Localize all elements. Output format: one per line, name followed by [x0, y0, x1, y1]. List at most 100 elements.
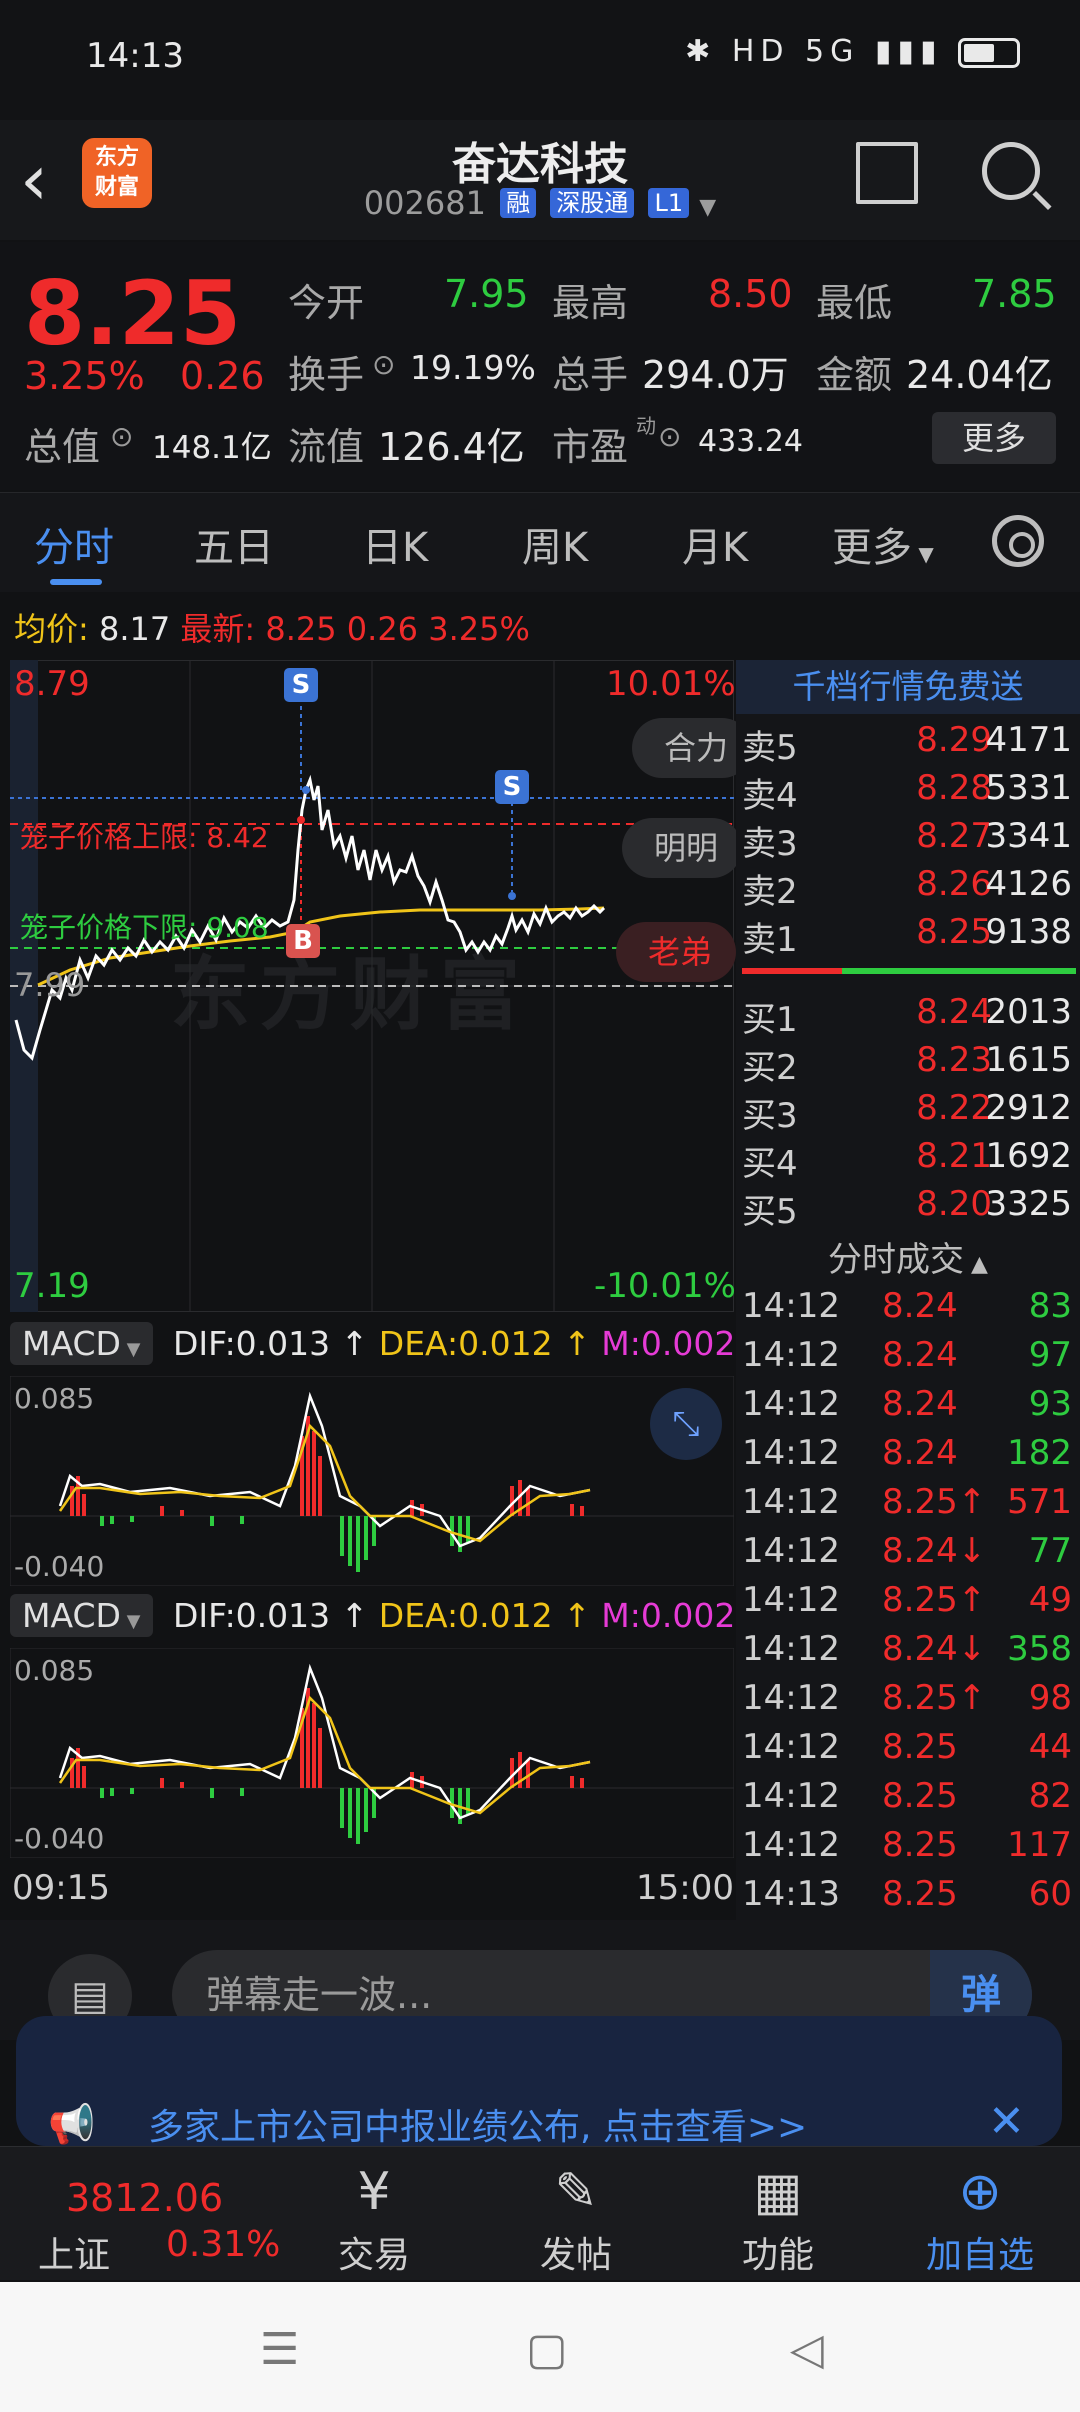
- macd-dif: DIF:0.013: [173, 1324, 331, 1363]
- macd-header: MACD ▼ DIF:0.013 ↑ DEA:0.012 ↑ M:0.002 ↑: [10, 1322, 774, 1365]
- macd-chart-svg: [10, 1648, 734, 1858]
- macd-indicator-select[interactable]: MACD ▼: [10, 1322, 153, 1365]
- info-icon[interactable]: ⊙: [372, 348, 395, 381]
- ticks-title[interactable]: 分时成交 ▲: [736, 1232, 1080, 1281]
- tick-time: 14:12: [742, 1531, 840, 1571]
- tab-weekly-k[interactable]: 周K: [522, 515, 588, 573]
- share-icon[interactable]: [856, 142, 918, 204]
- tick-time: 14:13: [742, 1874, 840, 1914]
- menu-icon[interactable]: ☰: [260, 2324, 299, 2375]
- buy-level-row[interactable]: 买5 8.20 3325: [742, 1184, 1076, 1232]
- low-value: 7.85: [972, 272, 1057, 316]
- pill-heli[interactable]: 合力: [632, 718, 752, 778]
- search-icon[interactable]: [982, 142, 1040, 200]
- macd-y-bottom: -0.040: [14, 1550, 105, 1583]
- macd-y-top: 0.085: [14, 1382, 95, 1415]
- latest-label: 最新:: [180, 610, 256, 648]
- buy-level-row[interactable]: 买1 8.24 2013: [742, 992, 1076, 1040]
- tick-time: 14:12: [742, 1482, 840, 1522]
- tab-five-day[interactable]: 五日: [194, 515, 274, 573]
- back-triangle-icon[interactable]: ◁: [790, 2324, 824, 2375]
- close-icon[interactable]: ✕: [988, 2096, 1025, 2147]
- buy-level-row[interactable]: 买2 8.23 1615: [742, 1040, 1076, 1088]
- edit-icon: ✎: [554, 2162, 598, 2222]
- tab-underline: [50, 579, 102, 585]
- nav-post-label: 发帖: [539, 2235, 612, 2276]
- index-name[interactable]: 上证: [38, 2226, 110, 2278]
- level-price: 8.29: [916, 720, 992, 760]
- nav-functions[interactable]: ▦ 功能: [708, 2158, 848, 2278]
- level-volume: 3341: [985, 816, 1072, 856]
- tick-row: 14:12 8.24 182: [742, 1433, 1076, 1481]
- sell-level-row[interactable]: 卖3 8.27 3341: [742, 816, 1076, 864]
- level-label: 买5: [742, 1192, 798, 1232]
- more-button[interactable]: 更多: [932, 412, 1056, 464]
- tab-more[interactable]: 更多 ▼: [832, 515, 934, 573]
- info-icon[interactable]: ⊙: [658, 420, 681, 453]
- index-value[interactable]: 3812.06: [66, 2176, 223, 2220]
- sell-level-row[interactable]: 卖2 8.26 4126: [742, 864, 1076, 912]
- level-promo-banner[interactable]: 千档行情免费送: [736, 660, 1080, 714]
- sell-level-row[interactable]: 卖4 8.28 5331: [742, 768, 1076, 816]
- tab-monthly-k[interactable]: 月K: [682, 515, 748, 573]
- tick-row: 14:12 8.25 117: [742, 1825, 1076, 1873]
- float-cap-label: 流值: [288, 425, 365, 469]
- buy-level-row[interactable]: 买4 8.21 1692: [742, 1136, 1076, 1184]
- macd-dif: DIF:0.013: [173, 1596, 331, 1635]
- buy-level-row[interactable]: 买3 8.22 2912: [742, 1088, 1076, 1136]
- tick-row: 14:12 8.24 83: [742, 1286, 1076, 1334]
- macd-name: MACD: [22, 1596, 121, 1635]
- notice-text[interactable]: 多家上市公司中报业绩公布, 点击查看>>: [148, 2098, 807, 2150]
- level-price: 8.27: [916, 816, 992, 856]
- level-volume: 9138: [985, 912, 1072, 952]
- index-pct[interactable]: 0.31%: [166, 2224, 280, 2265]
- sell-marker[interactable]: S: [284, 668, 318, 702]
- y-axis-top-pct: 10.01%: [606, 664, 736, 704]
- macd-chart-svg: [10, 1376, 734, 1586]
- tick-price: 8.24: [882, 1286, 958, 1326]
- macd-y-top: 0.085: [14, 1654, 95, 1687]
- pill-mingming[interactable]: 明明: [622, 818, 742, 878]
- buy-marker[interactable]: B: [286, 924, 320, 958]
- tag-margin: 融: [500, 188, 537, 218]
- market-cap-label: 总值: [24, 425, 101, 469]
- pe-dynamic-mark: 动: [636, 414, 656, 438]
- tag-level[interactable]: L1: [648, 188, 690, 218]
- sell-level-row[interactable]: 卖5 8.29 4171: [742, 720, 1076, 768]
- info-icon[interactable]: ⊙: [110, 420, 133, 453]
- nav-post[interactable]: ✎ 发帖: [506, 2158, 646, 2278]
- plus-circle-icon: ⊕: [958, 2162, 1002, 2222]
- tab-intraday[interactable]: 分时: [34, 515, 114, 573]
- tick-price: 8.25↑: [882, 1678, 987, 1718]
- level-price: 8.28: [916, 768, 992, 808]
- tick-row: 14:12 8.24↓ 358: [742, 1629, 1076, 1677]
- signal-icon: ▮▮▮: [874, 34, 943, 69]
- stock-name: 奋达科技: [452, 139, 628, 190]
- sell-marker[interactable]: S: [495, 770, 529, 804]
- intraday-chart-svg: [10, 660, 734, 1312]
- macd-indicator-select[interactable]: MACD ▼: [10, 1594, 153, 1637]
- battery-icon: [958, 37, 1020, 68]
- stock-code: 002681: [363, 184, 486, 222]
- gear-icon[interactable]: [992, 515, 1044, 567]
- tab-daily-k[interactable]: 日K: [362, 515, 428, 573]
- tick-time: 14:12: [742, 1286, 840, 1326]
- tick-row: 14:12 8.24 93: [742, 1384, 1076, 1432]
- home-icon[interactable]: ▢: [526, 2324, 568, 2375]
- nav-trade[interactable]: ¥ 交易: [304, 2158, 444, 2278]
- tick-time: 14:12: [742, 1335, 840, 1375]
- tick-price: 8.24↓: [882, 1531, 987, 1571]
- expand-icon[interactable]: ⤡: [650, 1388, 722, 1460]
- pill-laodi[interactable]: 老弟: [616, 922, 736, 982]
- level-label: 买3: [742, 1096, 798, 1136]
- chevron-down-icon[interactable]: ▼: [699, 195, 716, 220]
- tick-volume: 93: [1028, 1384, 1072, 1424]
- tick-time: 14:12: [742, 1580, 840, 1620]
- sell-level-row[interactable]: 卖1 8.25 9138: [742, 912, 1076, 960]
- macd-m: M:0.002: [601, 1596, 736, 1635]
- caret-down-icon: ▼: [120, 1611, 141, 1632]
- book-divider-sell: [742, 968, 842, 974]
- time-axis-end: 15:00: [636, 1868, 734, 1908]
- y-axis-bottom-pct: -10.01%: [594, 1266, 736, 1306]
- nav-add-watchlist[interactable]: ⊕ 加自选: [910, 2158, 1050, 2278]
